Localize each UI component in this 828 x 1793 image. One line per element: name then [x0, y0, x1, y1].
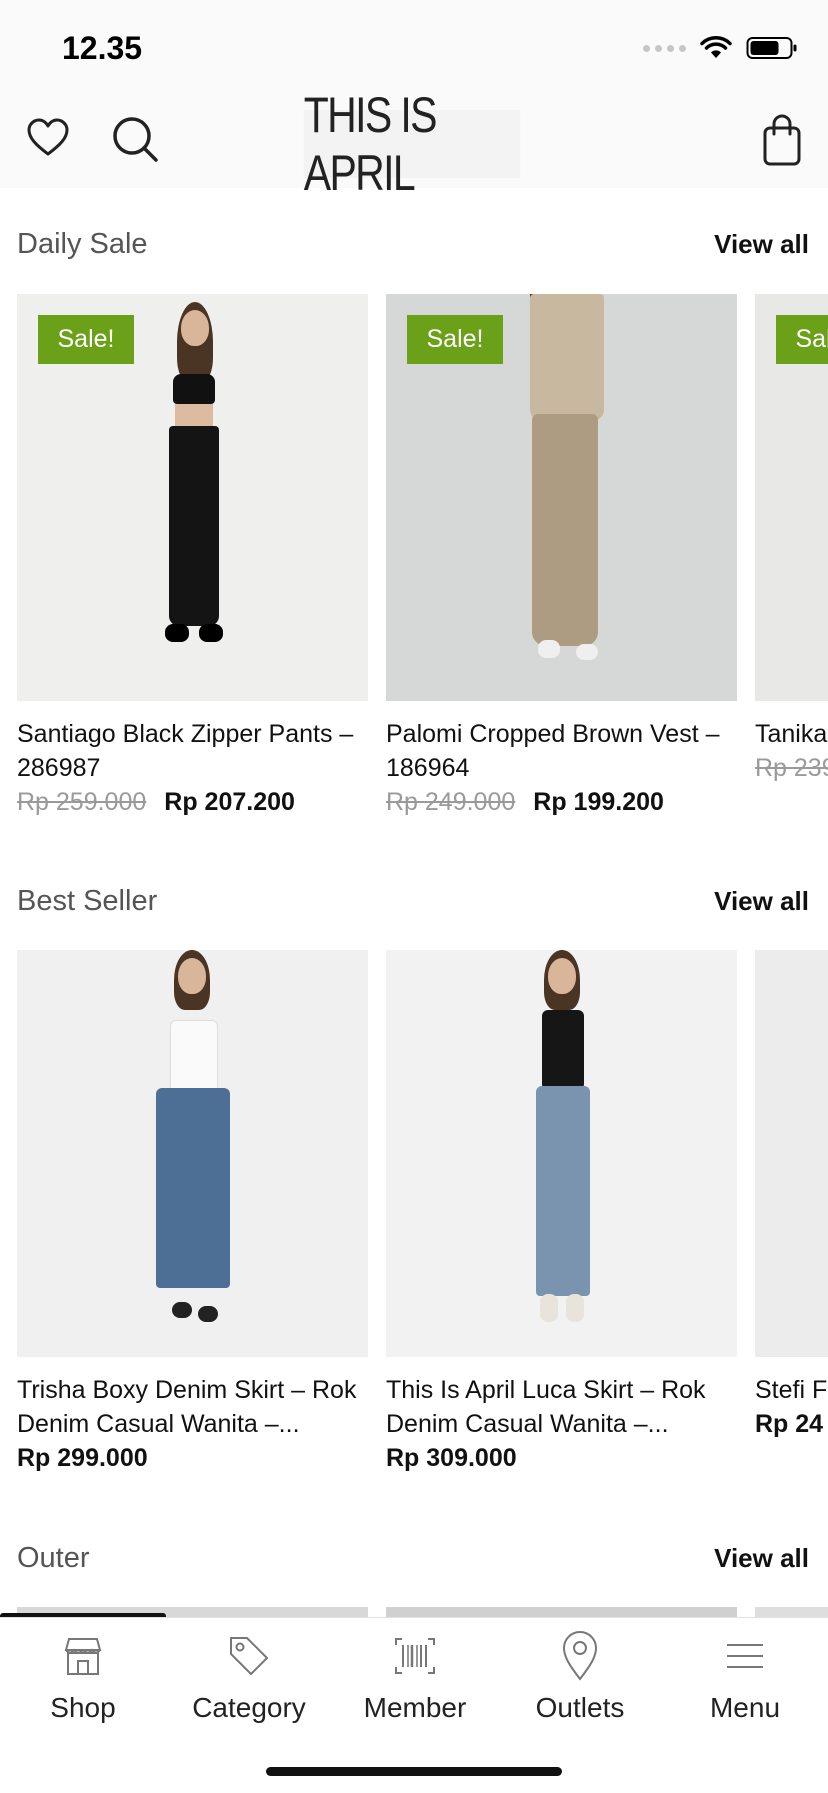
tab-menu[interactable]: Menu — [662, 1618, 828, 1738]
sale-badge: Sale! — [38, 315, 134, 364]
barcode-icon — [393, 1630, 437, 1682]
brand-logo[interactable]: THIS IS APRIL — [303, 87, 521, 201]
section-header-best-seller: Best Seller View all — [17, 885, 809, 918]
product-name[interactable]: Stefi F Pants — [755, 1373, 828, 1407]
section-title: Best Seller — [17, 885, 158, 917]
store-icon — [61, 1630, 105, 1682]
home-indicator[interactable] — [266, 1767, 562, 1776]
product-carousel-best-seller[interactable]: Trisha Boxy Denim Skirt – Rok Denim Casu… — [17, 950, 828, 1510]
product-price: Rp 239 — [755, 751, 828, 785]
model-figure — [502, 950, 622, 1357]
product-carousel-daily-sale[interactable]: Sale! Santiago Black Zipper Pants – 2869… — [17, 294, 828, 854]
status-bar: 12.35 — [0, 0, 828, 100]
wifi-icon — [700, 36, 732, 58]
model-figure — [492, 294, 632, 701]
sale-badge: Sale! — [407, 315, 503, 364]
product-image: Sale! — [386, 294, 737, 701]
section-header-daily-sale: Daily Sale View all — [17, 228, 809, 261]
product-price: Rp 299.000 — [17, 1441, 368, 1475]
tab-shop[interactable]: Shop — [0, 1618, 166, 1738]
product-price: Rp 249.000 Rp 199.200 — [386, 785, 737, 819]
search-icon[interactable] — [110, 114, 162, 171]
sale-price: Rp 207.200 — [164, 788, 295, 816]
tab-label: Menu — [709, 1692, 781, 1723]
product-name[interactable]: Tanika – 1869 — [755, 717, 828, 751]
product-image: Sale! — [755, 294, 828, 701]
product-price: Rp 309.000 — [386, 1441, 737, 1475]
model-figure — [128, 950, 258, 1357]
tab-label: Category — [192, 1692, 306, 1723]
product-image — [755, 950, 828, 1357]
product-image — [755, 1607, 828, 1617]
section-title: Daily Sale — [17, 228, 148, 260]
model-figure — [133, 294, 253, 701]
product-price: Rp 24 — [755, 1407, 828, 1441]
product-card[interactable]: Sale! Santiago Black Zipper Pants – 2869… — [17, 294, 368, 819]
original-price: Rp 239 — [755, 754, 828, 782]
product-card[interactable]: Sale! Palomi Cropped Brown Vest – 186964… — [386, 294, 737, 819]
tab-label: Shop — [50, 1692, 116, 1723]
tab-category[interactable]: Category — [166, 1618, 332, 1738]
wishlist-heart-icon[interactable] — [24, 114, 72, 167]
sale-price: Rp 199.200 — [533, 788, 664, 816]
section-header-outer: Outer View all — [17, 1542, 809, 1575]
price: Rp 309.000 — [386, 1444, 517, 1472]
tab-label: Outlets — [535, 1692, 625, 1723]
original-price: Rp 259.000 — [17, 788, 147, 816]
product-name[interactable]: Santiago Black Zipper Pants – 286987 — [17, 717, 368, 785]
view-all-link[interactable]: View all — [714, 1543, 809, 1574]
tab-outlets[interactable]: Outlets — [497, 1618, 663, 1738]
shopping-bag-icon[interactable] — [760, 112, 808, 173]
product-image: Sale! — [17, 294, 368, 701]
status-icons — [643, 36, 798, 60]
price: Rp 24 — [755, 1410, 824, 1438]
tab-label: Member — [363, 1692, 467, 1723]
product-card[interactable]: Stefi F Pants Rp 24 — [755, 950, 828, 1441]
battery-icon — [746, 37, 797, 59]
tab-member[interactable]: Member — [332, 1618, 498, 1738]
product-card[interactable]: Sale! Tanika – 1869 Rp 239 — [755, 294, 828, 785]
tag-icon — [225, 1630, 273, 1682]
original-price: Rp 249.000 — [386, 788, 516, 816]
product-image — [17, 950, 368, 1357]
hamburger-menu-icon — [725, 1630, 765, 1682]
product-price: Rp 259.000 Rp 207.200 — [17, 785, 368, 819]
app-header: THIS IS APRIL — [0, 87, 828, 201]
product-name[interactable]: This Is April Luca Skirt – Rok Denim Cas… — [386, 1373, 737, 1441]
location-pin-icon — [560, 1630, 600, 1682]
section-title: Outer — [17, 1542, 90, 1574]
product-card[interactable]: This Is April Luca Skirt – Rok Denim Cas… — [386, 950, 737, 1475]
product-name[interactable]: Palomi Cropped Brown Vest – 186964 — [386, 717, 737, 785]
signal-icon — [643, 44, 686, 52]
sale-badge: Sale! — [776, 315, 828, 364]
view-all-link[interactable]: View all — [714, 886, 809, 917]
product-card[interactable]: Trisha Boxy Denim Skirt – Rok Denim Casu… — [17, 950, 368, 1475]
price: Rp 299.000 — [17, 1444, 148, 1472]
product-image — [386, 1607, 737, 1617]
status-time: 12.35 — [62, 30, 143, 66]
product-image — [386, 950, 737, 1357]
product-name[interactable]: Trisha Boxy Denim Skirt – Rok Denim Casu… — [17, 1373, 368, 1441]
view-all-link[interactable]: View all — [714, 229, 809, 260]
